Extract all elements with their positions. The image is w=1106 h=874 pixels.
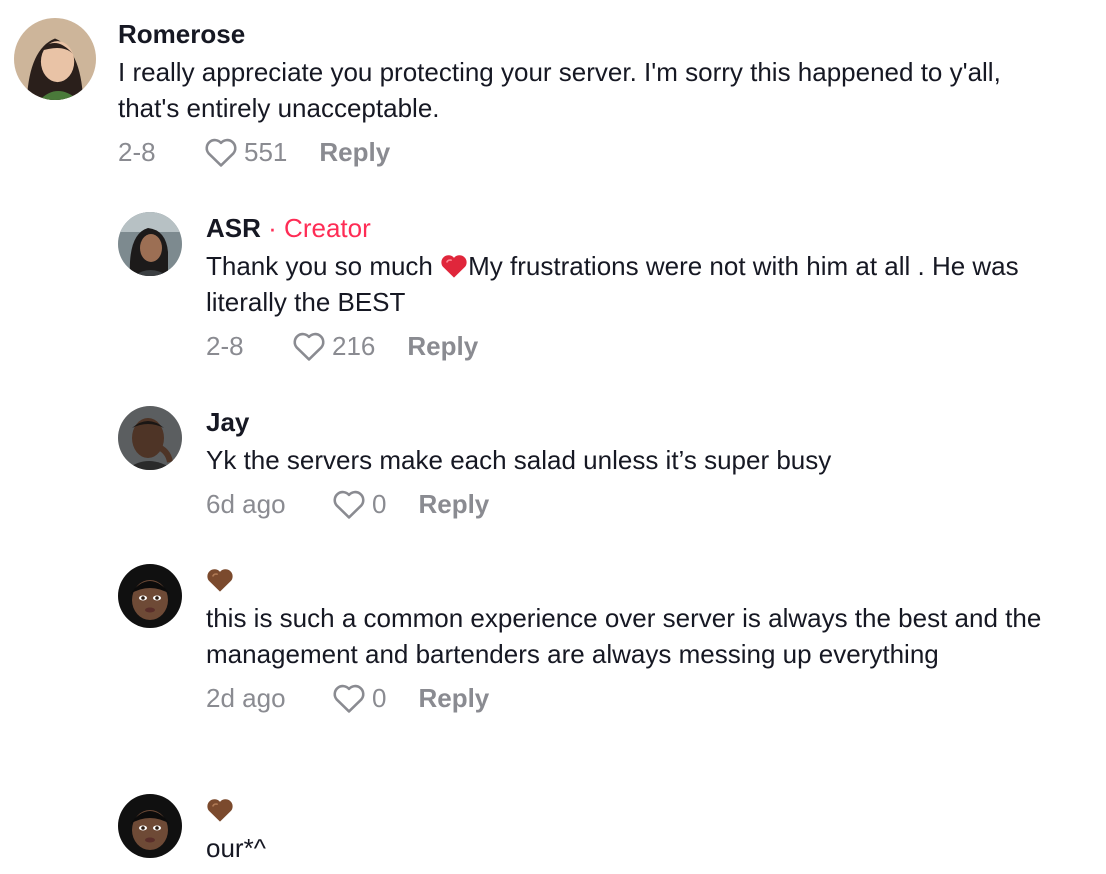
like-count: 551 <box>244 136 288 167</box>
comment-meta: 2-8 551 Reply <box>118 134 998 170</box>
reply-button[interactable]: Reply <box>319 137 390 168</box>
avatar[interactable] <box>118 564 182 628</box>
username-row: ASR · Creator <box>206 212 1086 244</box>
comment-text: I really appreciate you protecting your … <box>118 57 1009 123</box>
reply-button[interactable]: Reply <box>418 489 489 520</box>
comment-body: ASR · Creator Thank you so much My frust… <box>206 212 1086 364</box>
like-count: 0 <box>372 488 387 519</box>
comment-text: Thank you so much My frustrations were n… <box>206 248 1086 320</box>
comment-text-part: Thank you so much <box>206 251 441 281</box>
heart-outline-icon <box>333 490 365 519</box>
avatar[interactable] <box>118 212 182 276</box>
like-button[interactable]: 0 <box>332 488 386 520</box>
heart-outline-icon <box>293 332 325 361</box>
comment-text: this is such a common experience over se… <box>206 603 1049 669</box>
comment-meta: 2-8 216 Reply <box>206 328 1086 364</box>
reply-button[interactable]: Reply <box>407 331 478 362</box>
reply-button[interactable]: Reply <box>418 683 489 714</box>
username[interactable] <box>206 564 1086 596</box>
heart-outline-icon <box>333 684 365 713</box>
avatar[interactable] <box>14 18 96 100</box>
comment-meta: 6d ago 0 Reply <box>206 486 1086 522</box>
username[interactable]: Jay <box>206 406 1086 438</box>
username[interactable] <box>206 794 1086 826</box>
comment-body: Romerose I really appreciate you protect… <box>118 18 1001 170</box>
username[interactable]: Romerose <box>118 18 998 50</box>
comment-meta: 2d ago 0 Reply <box>206 680 1086 716</box>
comment-date: 6d ago <box>206 488 286 519</box>
comment-date: 2-8 <box>206 330 244 361</box>
comment-date: 2d ago <box>206 682 286 713</box>
comment-body: this is such a common experience over se… <box>206 564 1086 716</box>
brown-heart-icon <box>207 799 233 822</box>
like-count: 0 <box>372 682 387 713</box>
comment-text: our*^ <box>206 833 266 863</box>
heart-outline-icon <box>205 138 237 167</box>
like-button[interactable]: 551 <box>204 136 287 168</box>
brown-heart-icon <box>207 569 233 592</box>
comment-text: Yk the servers make each salad unless it… <box>206 445 832 475</box>
like-count: 216 <box>332 330 376 361</box>
comment-date: 2-8 <box>118 136 156 167</box>
username[interactable]: ASR <box>206 213 261 243</box>
comment-body: Jay Yk the servers make each salad unles… <box>206 406 1086 522</box>
creator-badge: Creator <box>284 213 371 243</box>
like-button[interactable]: 216 <box>292 330 375 362</box>
red-heart-icon <box>441 255 467 278</box>
avatar[interactable] <box>118 794 182 858</box>
separator: · <box>268 213 277 243</box>
comment-body: our*^ <box>206 794 1086 866</box>
avatar[interactable] <box>118 406 182 470</box>
like-button[interactable]: 0 <box>332 682 386 714</box>
